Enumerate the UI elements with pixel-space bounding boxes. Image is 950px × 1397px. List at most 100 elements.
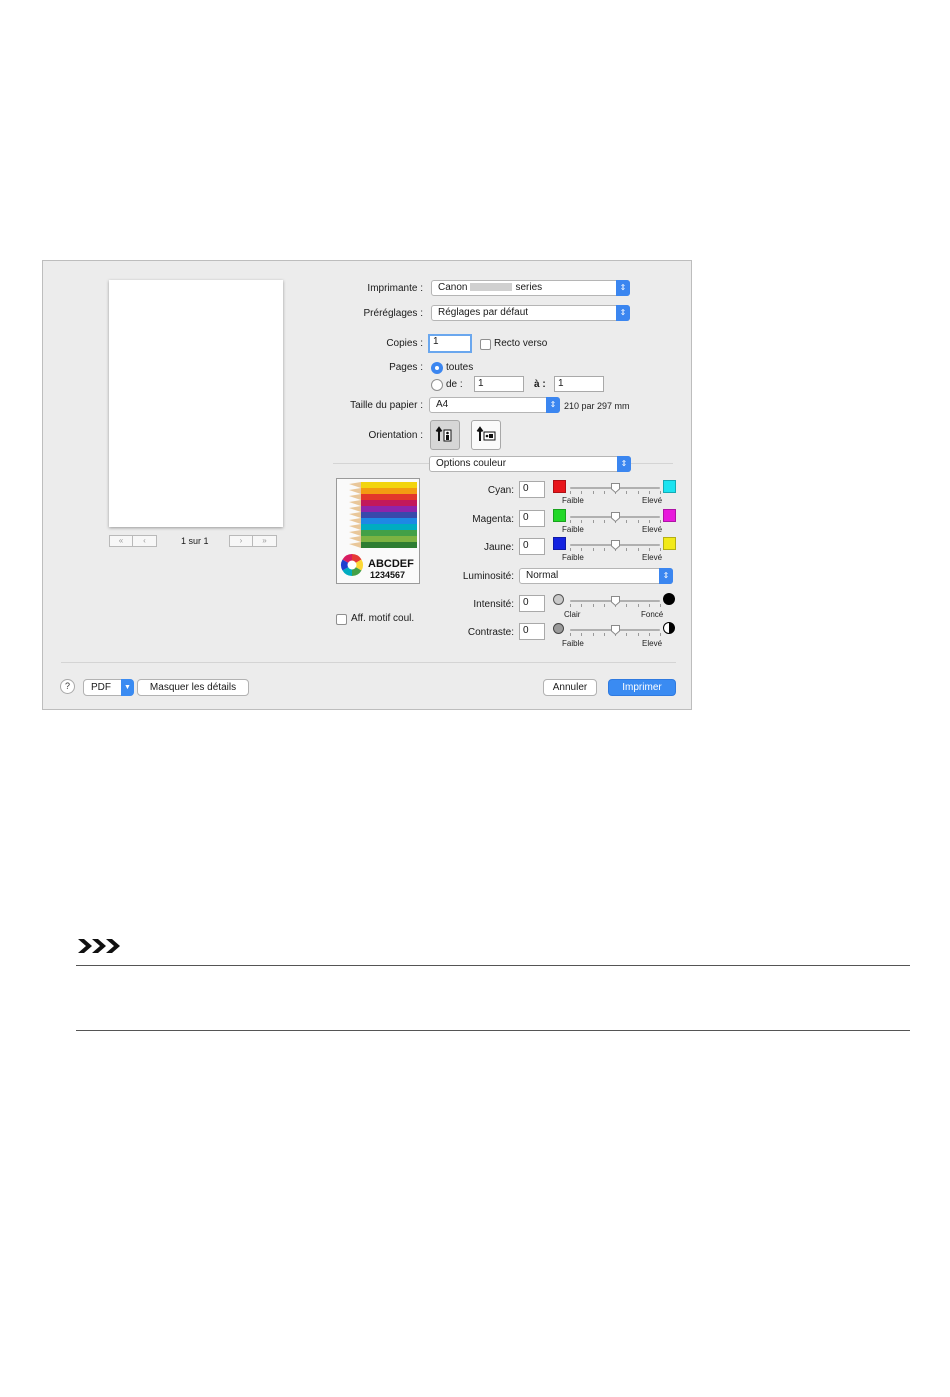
colored-pencils-illustration: ABCDEF 1234567 — [337, 479, 419, 583]
note-icon — [78, 938, 122, 959]
pages-to-field[interactable]: 1 — [554, 376, 604, 392]
intensity-slider-tick — [581, 604, 583, 607]
presets-value: Réglages par défaut — [438, 307, 529, 318]
low-contrast-icon — [553, 623, 564, 634]
cancel-button[interactable]: Annuler — [543, 679, 597, 696]
contrast-slider-knob[interactable] — [610, 625, 620, 635]
page-count: 1 sur 1 — [181, 536, 209, 546]
contrast-field[interactable]: 0 — [519, 623, 545, 640]
pages-from-field[interactable]: 1 — [474, 376, 524, 392]
color-sample-image: ABCDEF 1234567 — [336, 478, 420, 584]
duplex-checkbox[interactable] — [480, 339, 491, 350]
panel-popup-value: Options couleur — [436, 458, 507, 469]
intensity-slider-tick — [603, 604, 605, 607]
light-circle-icon — [553, 594, 564, 605]
yellow-slider-tick — [626, 548, 628, 551]
cyan-slider-tick — [660, 491, 661, 494]
cyan-slider-tick — [581, 491, 583, 494]
yellow-label: Jaune: — [483, 542, 514, 553]
cyan-field[interactable]: 0 — [519, 481, 545, 498]
contrast-label: Contraste: — [467, 627, 514, 638]
pages-all-radio[interactable] — [431, 362, 443, 374]
panel-popup[interactable]: Options couleur ⇕ — [429, 456, 631, 472]
yellow-low-swatch — [553, 537, 566, 550]
cyan-low-swatch — [553, 480, 566, 493]
magenta-slider-tick — [592, 520, 594, 523]
magenta-label: Magenta: — [472, 514, 514, 525]
contrast-slider-tick — [603, 633, 605, 636]
copies-label: Copies : — [386, 338, 423, 349]
cyan-slider-knob[interactable] — [610, 483, 620, 493]
pager-forward: › » — [229, 535, 277, 547]
page-preview — [109, 280, 283, 527]
color-wheel-icon — [341, 554, 363, 576]
intensity-min-label: Clair — [564, 610, 581, 619]
duplex-label: Recto verso — [494, 338, 548, 349]
magenta-slider-tick — [648, 520, 650, 523]
contrast-slider-tick — [660, 633, 661, 636]
next-page-button[interactable]: › — [229, 535, 253, 547]
printer-label: Imprimante : — [367, 283, 423, 294]
pdf-menu-button[interactable]: PDF ▼ — [83, 679, 134, 696]
yellow-slider-tick — [570, 548, 571, 551]
contrast-slider-tick — [581, 633, 583, 636]
brightness-value: Normal — [526, 570, 559, 581]
intensity-slider-tick — [592, 604, 594, 607]
intensity-label: Intensité: — [473, 599, 514, 610]
cyan-slider-tick — [592, 491, 594, 494]
first-page-button[interactable]: « — [109, 535, 133, 547]
intensity-field[interactable]: 0 — [519, 595, 545, 612]
pages-label: Pages : — [389, 362, 423, 373]
landscape-orientation-button[interactable] — [471, 420, 501, 450]
presets-popup[interactable]: Réglages par défaut ⇕ — [431, 305, 630, 321]
paper-size-label: Taille du papier : — [350, 400, 423, 411]
magenta-field[interactable]: 0 — [519, 510, 545, 527]
cyan-slider-tick — [637, 491, 639, 494]
contrast-slider-tick — [570, 633, 571, 636]
portrait-orientation-button[interactable] — [430, 420, 460, 450]
yellow-slider-tick — [592, 548, 594, 551]
help-button[interactable]: ? — [60, 679, 75, 694]
updown-chevron-icon: ⇕ — [659, 568, 673, 584]
yellow-slider-tick — [648, 548, 650, 551]
orientation-label: Orientation : — [368, 430, 423, 441]
last-page-button[interactable]: » — [253, 535, 277, 547]
high-contrast-icon — [663, 622, 675, 634]
color-pattern-checkbox[interactable] — [336, 614, 347, 625]
contrast-slider-tick — [637, 633, 639, 636]
intensity-slider-knob[interactable] — [610, 596, 620, 606]
intensity-slider-tick — [626, 604, 628, 607]
yellow-slider-knob[interactable] — [610, 540, 620, 550]
paper-size-popup[interactable]: A4 ⇕ — [429, 397, 560, 413]
magenta-high-swatch — [663, 509, 676, 522]
cyan-max-label: Elevé — [642, 496, 663, 505]
copies-field[interactable]: 1 — [428, 334, 472, 353]
previous-page-button[interactable]: ‹ — [133, 535, 157, 547]
yellow-slider-tick — [581, 548, 583, 551]
print-dialog: « ‹ 1 sur 1 › » Imprimante : Canon series… — [42, 260, 692, 710]
updown-chevron-icon: ⇕ — [616, 280, 630, 296]
cyan-min-label: Faible — [562, 496, 584, 505]
hide-details-button[interactable]: Masquer les détails — [137, 679, 249, 696]
yellow-slider-tick — [660, 548, 661, 551]
cyan-high-swatch — [663, 480, 676, 493]
pages-range-radio[interactable] — [431, 379, 443, 391]
yellow-max-label: Elevé — [642, 553, 663, 562]
contrast-slider-tick — [626, 633, 628, 636]
contrast-min-label: Faible — [562, 639, 584, 648]
presets-label: Préréglages : — [363, 308, 423, 319]
magenta-slider-knob[interactable] — [610, 512, 620, 522]
yellow-min-label: Faible — [562, 553, 584, 562]
brightness-popup[interactable]: Normal ⇕ — [519, 568, 673, 584]
yellow-field[interactable]: 0 — [519, 538, 545, 555]
brightness-label: Luminosité: — [462, 571, 514, 582]
redacted-model — [470, 283, 513, 292]
dark-circle-icon — [663, 593, 675, 605]
printer-popup[interactable]: Canon series ⇕ — [431, 280, 630, 296]
print-button[interactable]: Imprimer — [608, 679, 676, 696]
pages-all-label: toutes — [446, 362, 474, 373]
footer-divider — [61, 662, 676, 663]
cyan-slider-tick — [648, 491, 650, 494]
cyan-slider-tick — [570, 491, 571, 494]
printer-name-suffix: series — [515, 282, 543, 293]
